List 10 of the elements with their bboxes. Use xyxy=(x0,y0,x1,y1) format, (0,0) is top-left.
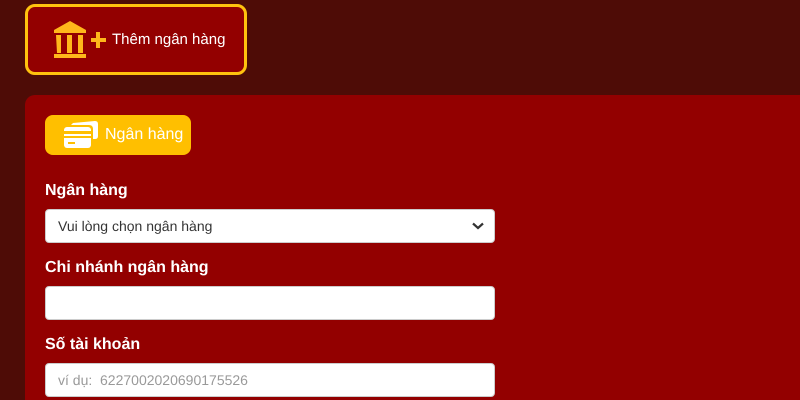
bank-add-icon xyxy=(52,20,106,58)
field-label: Số tài khoản xyxy=(45,336,142,354)
chevron-down-icon xyxy=(472,222,484,230)
bank-select[interactable]: Vui lòng chọn ngân hàng xyxy=(45,209,495,243)
card-icon xyxy=(63,121,99,149)
field-label: Chi nhánh ngân hàng xyxy=(45,259,210,277)
input-field[interactable]: ví dụ: 6227002020690175526 xyxy=(45,363,495,397)
add-bank-button[interactable]: Thêm ngân hàng xyxy=(25,4,247,75)
input-field[interactable] xyxy=(45,286,495,320)
field-label: Ngân hàng xyxy=(45,182,129,200)
